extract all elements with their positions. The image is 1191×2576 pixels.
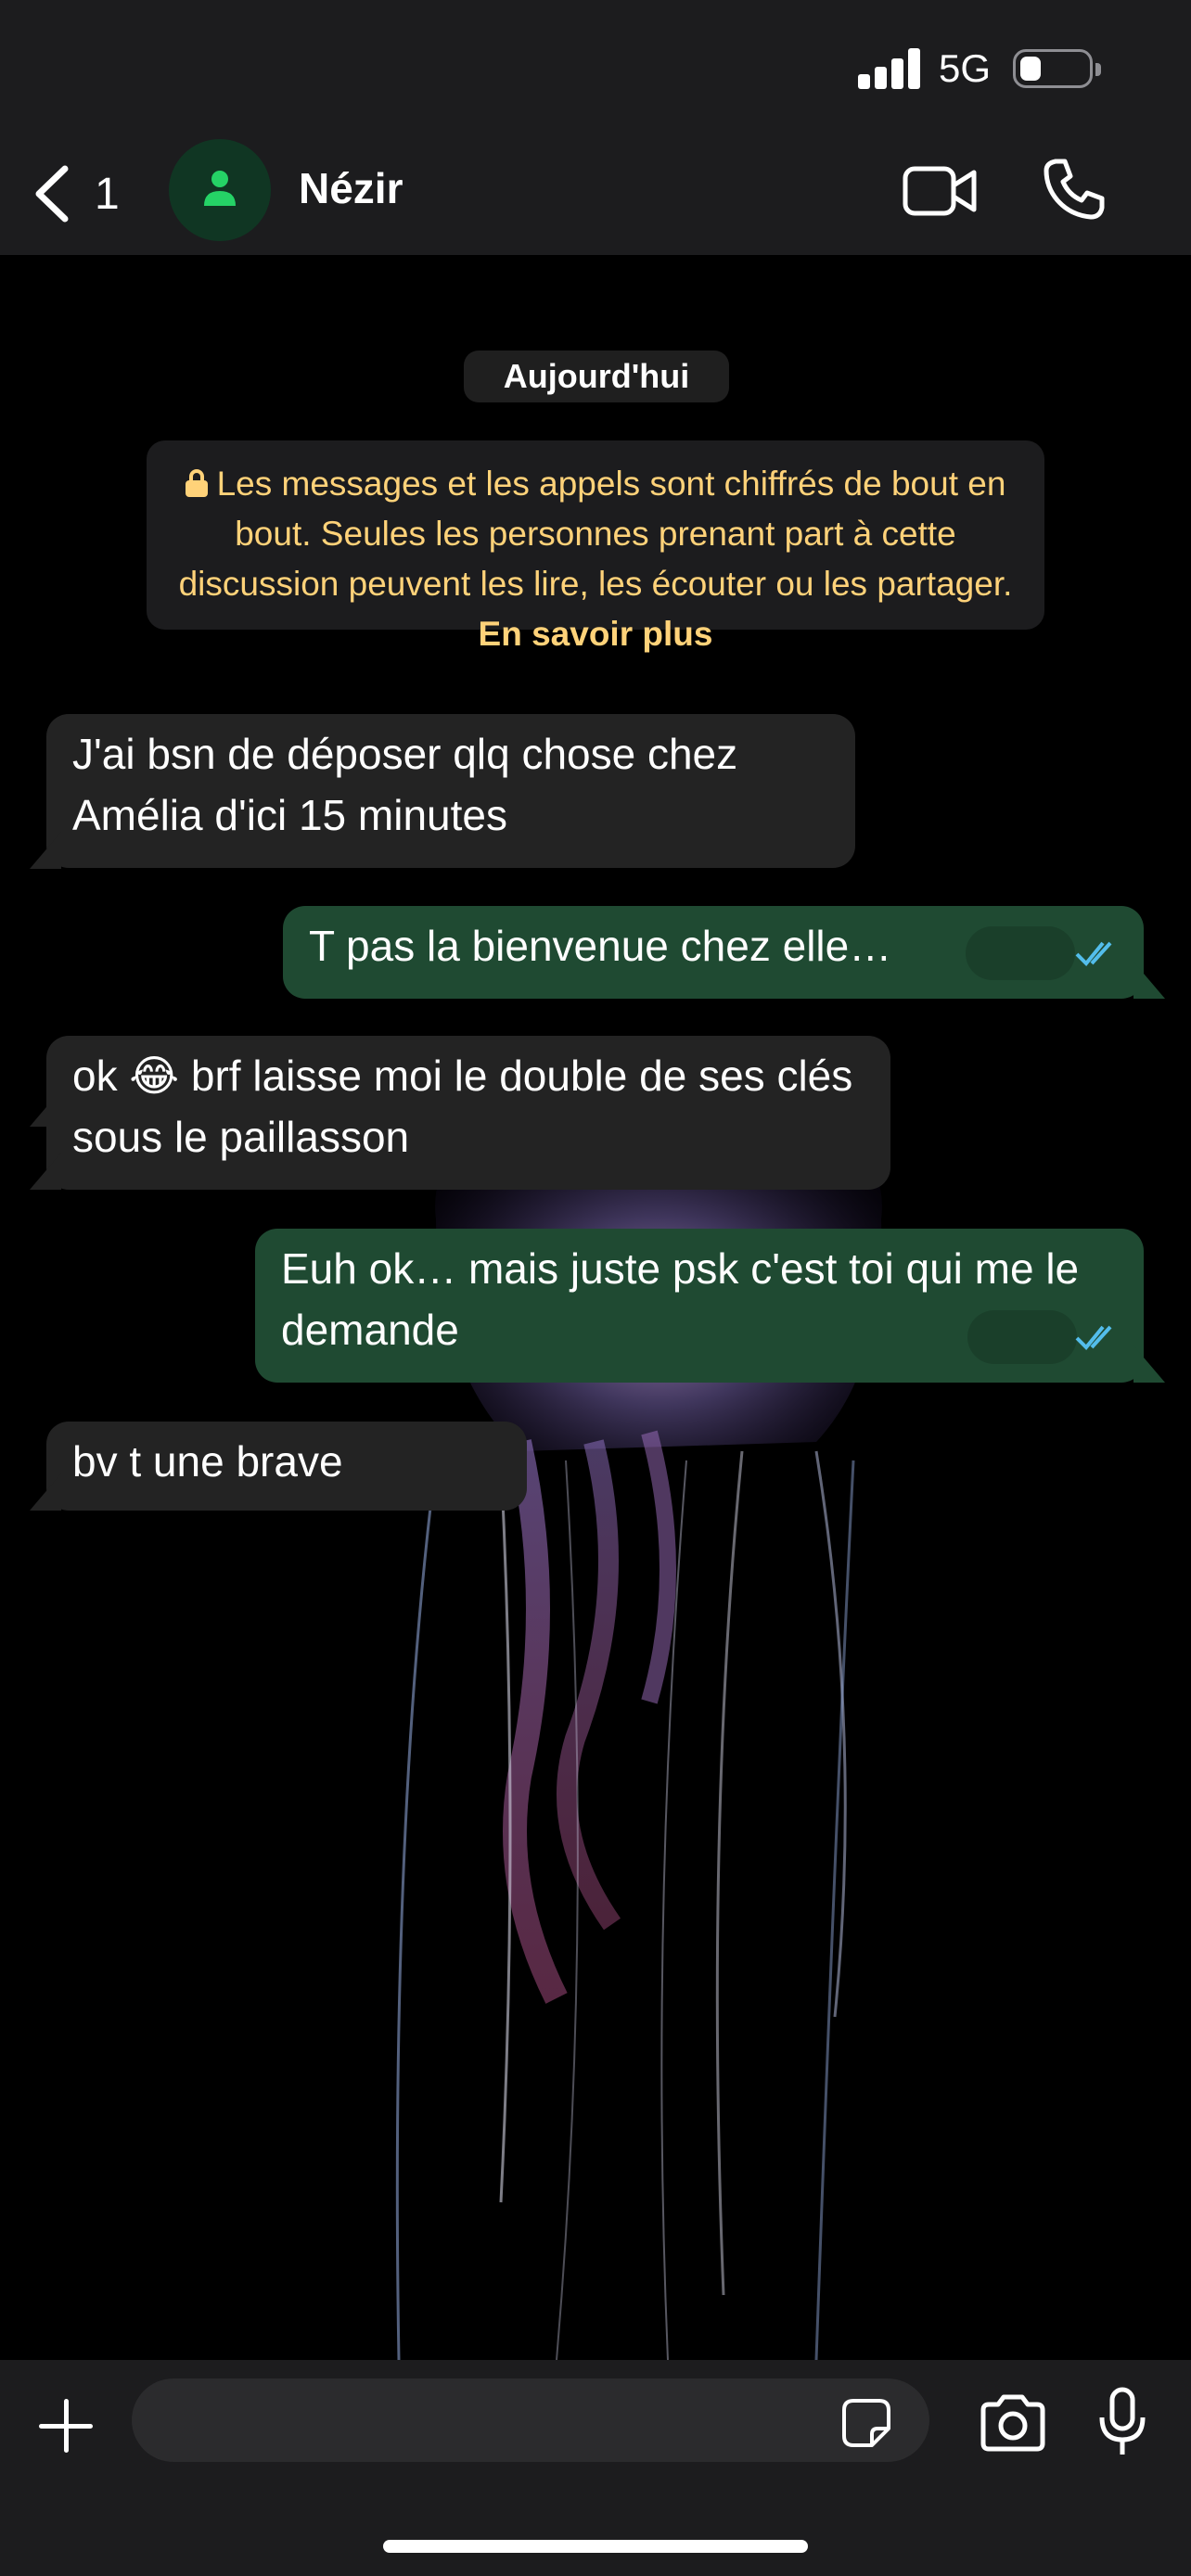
contact-name[interactable]: Nézir	[299, 163, 403, 213]
camera-button[interactable]	[978, 2393, 1048, 2453]
message-time	[967, 1310, 1077, 1364]
voice-message-button[interactable]	[1096, 2386, 1148, 2458]
read-receipt-icon	[1075, 941, 1112, 966]
read-receipt-icon	[1075, 1325, 1112, 1350]
chat-area[interactable]: Aujourd'hui Les messages et les appels s…	[0, 255, 1191, 2360]
message-text: J'ai bsn de déposer qlq chose chez Améli…	[72, 730, 738, 839]
chevron-left-icon	[35, 165, 69, 223]
composer-bar	[0, 2360, 1191, 2576]
battery-icon	[1013, 49, 1101, 88]
message-bubble-outgoing[interactable]: Euh ok… mais juste psk c'est toi qui me …	[255, 1229, 1144, 1383]
home-indicator	[383, 2540, 808, 2553]
avatar[interactable]	[169, 139, 271, 241]
chat-header: 1 Nézir	[0, 139, 1191, 255]
sticker-icon	[842, 2399, 890, 2447]
message-input[interactable]	[132, 2378, 929, 2462]
message-bubble-incoming[interactable]: J'ai bsn de déposer qlq chose chez Améli…	[46, 714, 855, 868]
date-separator: Aujourd'hui	[464, 351, 729, 402]
encryption-notice-text: Les messages et les appels sont chiffrés…	[178, 465, 1013, 603]
message-bubble-incoming[interactable]: ok 😂 brf laisse moi le double de ses clé…	[46, 1036, 890, 1190]
message-text: T pas la bienvenue chez elle…	[309, 922, 892, 970]
voice-call-button[interactable]	[1041, 156, 1108, 223]
attach-button[interactable]	[33, 2393, 98, 2458]
message-time	[966, 926, 1075, 980]
sticker-button[interactable]	[840, 2397, 892, 2449]
learn-more-link[interactable]: En savoir plus	[479, 615, 713, 653]
person-icon	[204, 171, 236, 206]
network-type: 5G	[939, 46, 992, 90]
status-bar: 5G	[0, 0, 1191, 139]
unread-count: 1	[95, 170, 120, 219]
message-text: bv t une brave	[72, 1437, 343, 1486]
video-call-button[interactable]	[902, 161, 980, 221]
encryption-notice[interactable]: Les messages et les appels sont chiffrés…	[147, 440, 1044, 653]
back-button[interactable]: 1	[26, 161, 128, 226]
message-bubble-outgoing[interactable]: T pas la bienvenue chez elle…	[283, 906, 1144, 999]
signal-icon	[858, 48, 921, 89]
message-text: ok 😂 brf laisse moi le double de ses clé…	[72, 1052, 853, 1161]
lock-icon	[185, 469, 208, 497]
message-bubble-incoming[interactable]: bv t une brave	[46, 1422, 527, 1511]
video-camera-icon	[903, 166, 977, 216]
camera-icon	[980, 2394, 1045, 2452]
message-text: Euh ok… mais juste psk c'est toi qui me …	[281, 1244, 1080, 1354]
phone-icon	[1044, 159, 1105, 220]
microphone-icon	[1099, 2387, 1146, 2455]
